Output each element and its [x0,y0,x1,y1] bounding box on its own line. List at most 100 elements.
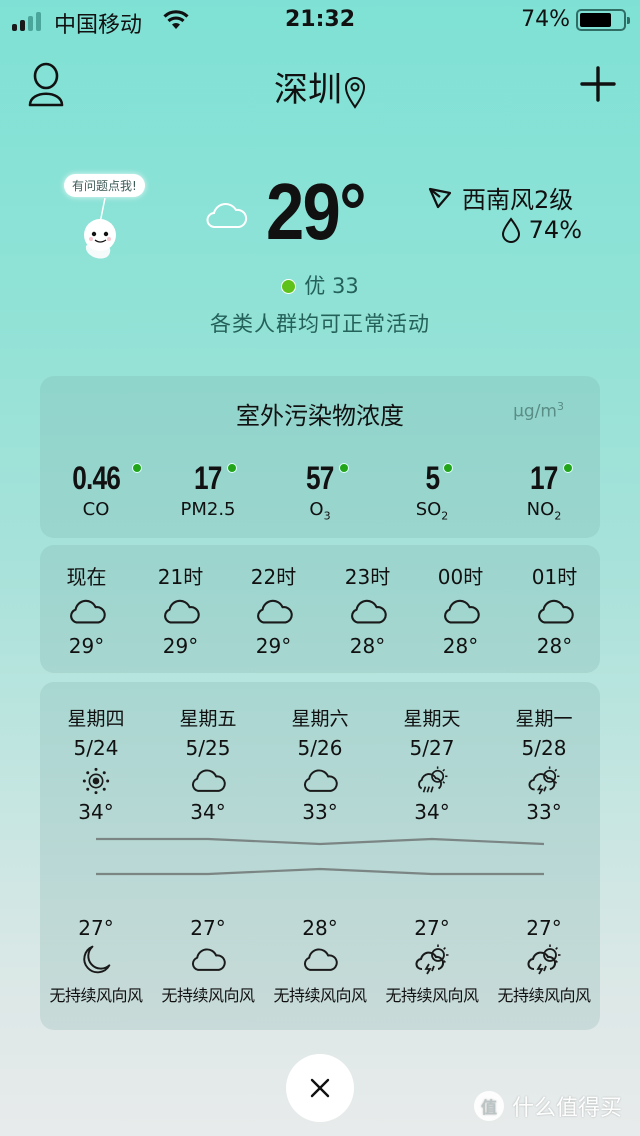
hour-temp: 28° [536,634,573,658]
hour-label: 01时 [531,565,578,589]
hourly-forecast-card[interactable]: 现在 29° 21时 29° 22时 29° 23时 28° 00时 28° 01时 28… [40,545,600,673]
watermark-logo-icon: 值 [473,1091,504,1121]
aqi-status-dot [281,279,297,294]
hourly-item: 22时 29° [227,561,320,658]
pollutant-name: SO2 [415,499,449,523]
day-high-temp: 33° [526,800,562,824]
hour-label: 23时 [344,565,391,589]
cloud-icon [264,766,376,800]
close-button[interactable] [286,1054,354,1122]
wind-info: 西南风2级 [428,180,573,215]
hour-temp: 28° [349,634,386,658]
cloud-icon [152,766,264,800]
hour-temp: 29° [68,634,105,658]
day-high-temp: 33° [302,800,338,824]
help-mascot-button[interactable]: 有问题点我! [58,168,168,268]
current-temperature: 29° [266,167,367,256]
city-name: 深圳 [274,70,342,110]
cloud-icon [40,598,133,630]
hourly-item: 00时 28° [414,561,507,658]
city-selector[interactable]: 深圳 [0,62,640,111]
day-low-temp: 28° [302,916,338,940]
day-low-temp: 27° [526,916,562,940]
mascot-doll-icon [84,197,116,259]
hour-temp: 29° [162,634,199,658]
pollutant-name: CO [82,499,110,520]
pollutant-value: 57 [306,460,334,496]
cloud-icon [414,598,507,630]
sun-thunder-icon [376,944,488,980]
night-weather-icon [376,944,488,980]
hour-label: 00时 [437,565,484,589]
night-weather-icon [488,944,600,980]
day-date: 5/24 [73,736,119,760]
aqi-text: 优 33 [304,274,359,298]
day-date: 5/25 [185,736,231,760]
cloud-icon [264,944,376,980]
add-city-button[interactable] [578,64,618,104]
pollutant-value: 17 [194,460,222,496]
pollutant-item: 17 NO2 [488,460,600,523]
daily-forecast-card[interactable]: 星期四 5/24 34° 27° 无持续风向风 星期五 5/25 34° 27° 无持续风向风 星期… [40,682,600,1030]
close-icon [310,1078,330,1098]
sun-icon [40,766,152,800]
cloud-icon [134,598,227,630]
hour-label: 21时 [157,565,204,589]
day-weekday: 星期天 [403,708,461,730]
hourly-item: 23时 28° [321,561,414,658]
sun-thunder-icon [488,944,600,980]
pollutant-value: 5 [425,460,440,496]
sun-rain-icon [376,766,488,800]
day-weekday: 星期一 [515,708,573,730]
high-temp-line [96,837,545,846]
wind-text: 西南风2级 [462,186,574,214]
battery-percent: 74% [521,7,570,32]
night-weather-icon [152,944,264,980]
pollutant-status-dot [339,463,349,473]
cloud-icon [227,598,320,630]
pollutant-item: 17 PM2.5 [152,460,264,523]
pollutant-unit: μg/m3 [513,400,564,422]
day-wind: 无持续风向风 [385,986,479,1005]
day-weather-icon [264,766,376,800]
battery-icon [576,9,630,31]
hour-label: 22时 [250,565,297,589]
day-low-temp: 27° [414,916,450,940]
hour-temp: 28° [442,634,479,658]
hourly-item: 21时 29° [134,561,227,658]
moon-icon [40,944,152,980]
pollutant-name: O3 [309,499,331,523]
pollutant-value: 17 [530,460,558,496]
hour-temp: 29° [255,634,292,658]
cloud-icon [152,944,264,980]
day-date: 5/27 [409,736,455,760]
hourly-item: 01时 28° [508,561,601,658]
pollutant-value: 0.46 [72,460,121,496]
cloud-icon [508,598,601,630]
day-weather-icon [488,766,600,800]
plus-icon [580,66,616,102]
pollutant-name: PM2.5 [180,499,236,520]
day-weekday: 星期五 [179,708,237,730]
watermark: 值 什么值得买 [473,1090,622,1122]
pollutant-name: NO2 [526,499,562,523]
day-high-temp: 34° [78,800,114,824]
night-weather-icon [40,944,152,980]
day-weather-icon [40,766,152,800]
location-pin-icon [344,76,366,109]
status-bar: 中国移动 21:32 74% [0,0,640,40]
night-weather-icon [264,944,376,980]
aqi-indicator[interactable]: 优 33 [0,270,640,300]
day-wind: 无持续风向风 [49,986,143,1005]
day-low-temp: 27° [190,916,226,940]
sun-thunder-icon [488,766,600,800]
humidity-text: 74% [528,216,582,244]
day-wind: 无持续风向风 [161,986,255,1005]
pollutant-card[interactable]: 室外污染物浓度 μg/m3 0.46 CO 17 PM2.5 57 O3 5 SO2 1… [40,376,600,538]
pollutant-item: 57 O3 [264,460,376,523]
day-date: 5/28 [521,736,567,760]
hour-label: 现在 [66,565,107,589]
day-date: 5/26 [297,736,343,760]
humidity-drop-icon [501,217,520,243]
hourly-item: 现在 29° [40,561,133,658]
